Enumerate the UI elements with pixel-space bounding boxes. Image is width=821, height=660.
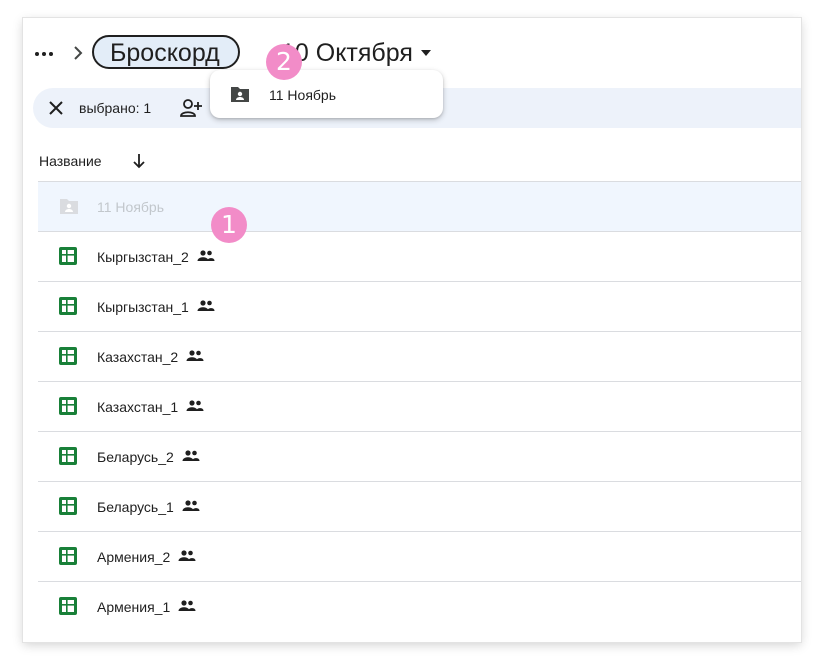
file-name: Армения_1	[97, 599, 171, 615]
file-row[interactable]: Кыргызстан_1	[38, 281, 801, 331]
more-horiz-icon[interactable]	[33, 42, 55, 66]
file-name: Казахстан_1	[97, 399, 179, 415]
arrow-down-icon[interactable]	[131, 152, 147, 175]
file-row[interactable]: Беларусь_2	[38, 431, 801, 481]
file-name: Армения_2	[97, 549, 171, 565]
file-name: Кыргызстан_2	[97, 249, 189, 265]
step-marker-1: 1	[211, 207, 247, 243]
drag-preview-label: 11 Ноябрь	[269, 87, 336, 103]
step-marker-2: 2	[266, 44, 302, 80]
shared-people-icon	[197, 298, 215, 316]
file-name: Казахстан_2	[97, 349, 179, 365]
shared-people-icon	[186, 398, 204, 416]
shared-people-icon	[182, 498, 200, 516]
file-row[interactable]: Армения_1	[38, 581, 801, 631]
chevron-right-icon	[71, 43, 85, 68]
google-sheets-icon	[59, 547, 77, 565]
file-row[interactable]: Армения_2	[38, 531, 801, 581]
file-name: Кыргызстан_1	[97, 299, 189, 315]
selected-count: выбрано: 1	[79, 100, 152, 116]
file-name: Беларусь_1	[97, 499, 174, 515]
file-row[interactable]: Кыргызстан_2	[38, 231, 801, 281]
column-header-name[interactable]: Название	[39, 152, 102, 170]
file-list: 11 Ноябрь Кыргызстан_2 Кыргызстан_1 Казахст…	[38, 181, 801, 631]
google-sheets-icon	[59, 497, 77, 515]
file-name: 11 Ноябрь	[97, 199, 164, 215]
file-row[interactable]: 11 Ноябрь	[38, 181, 801, 231]
arrow-drop-down-icon[interactable]	[421, 50, 431, 56]
shared-people-icon	[178, 598, 196, 616]
close-icon[interactable]	[47, 99, 65, 122]
file-row[interactable]: Беларусь_1	[38, 481, 801, 531]
shared-people-icon	[182, 448, 200, 466]
shared-folder-icon	[230, 85, 250, 108]
drive-window: Броскорд 10 Октября выбрано: 1 Название …	[23, 18, 801, 642]
file-row[interactable]: Казахстан_2	[38, 331, 801, 381]
file-row[interactable]: Казахстан_1	[38, 381, 801, 431]
shared-people-icon	[197, 248, 215, 266]
file-name: Беларусь_2	[97, 449, 174, 465]
breadcrumb-parent-folder[interactable]: Броскорд	[92, 35, 240, 69]
shared-people-icon	[186, 348, 204, 366]
shared-people-icon	[178, 548, 196, 566]
drag-preview-menu: 11 Ноябрь	[210, 70, 443, 118]
google-sheets-icon	[59, 597, 77, 615]
google-sheets-icon	[59, 247, 77, 265]
google-sheets-icon	[59, 297, 77, 315]
google-sheets-icon	[59, 347, 77, 365]
google-sheets-icon	[59, 447, 77, 465]
google-sheets-icon	[59, 397, 77, 415]
shared-folder-icon	[59, 197, 78, 215]
share-icon[interactable]	[180, 98, 202, 118]
